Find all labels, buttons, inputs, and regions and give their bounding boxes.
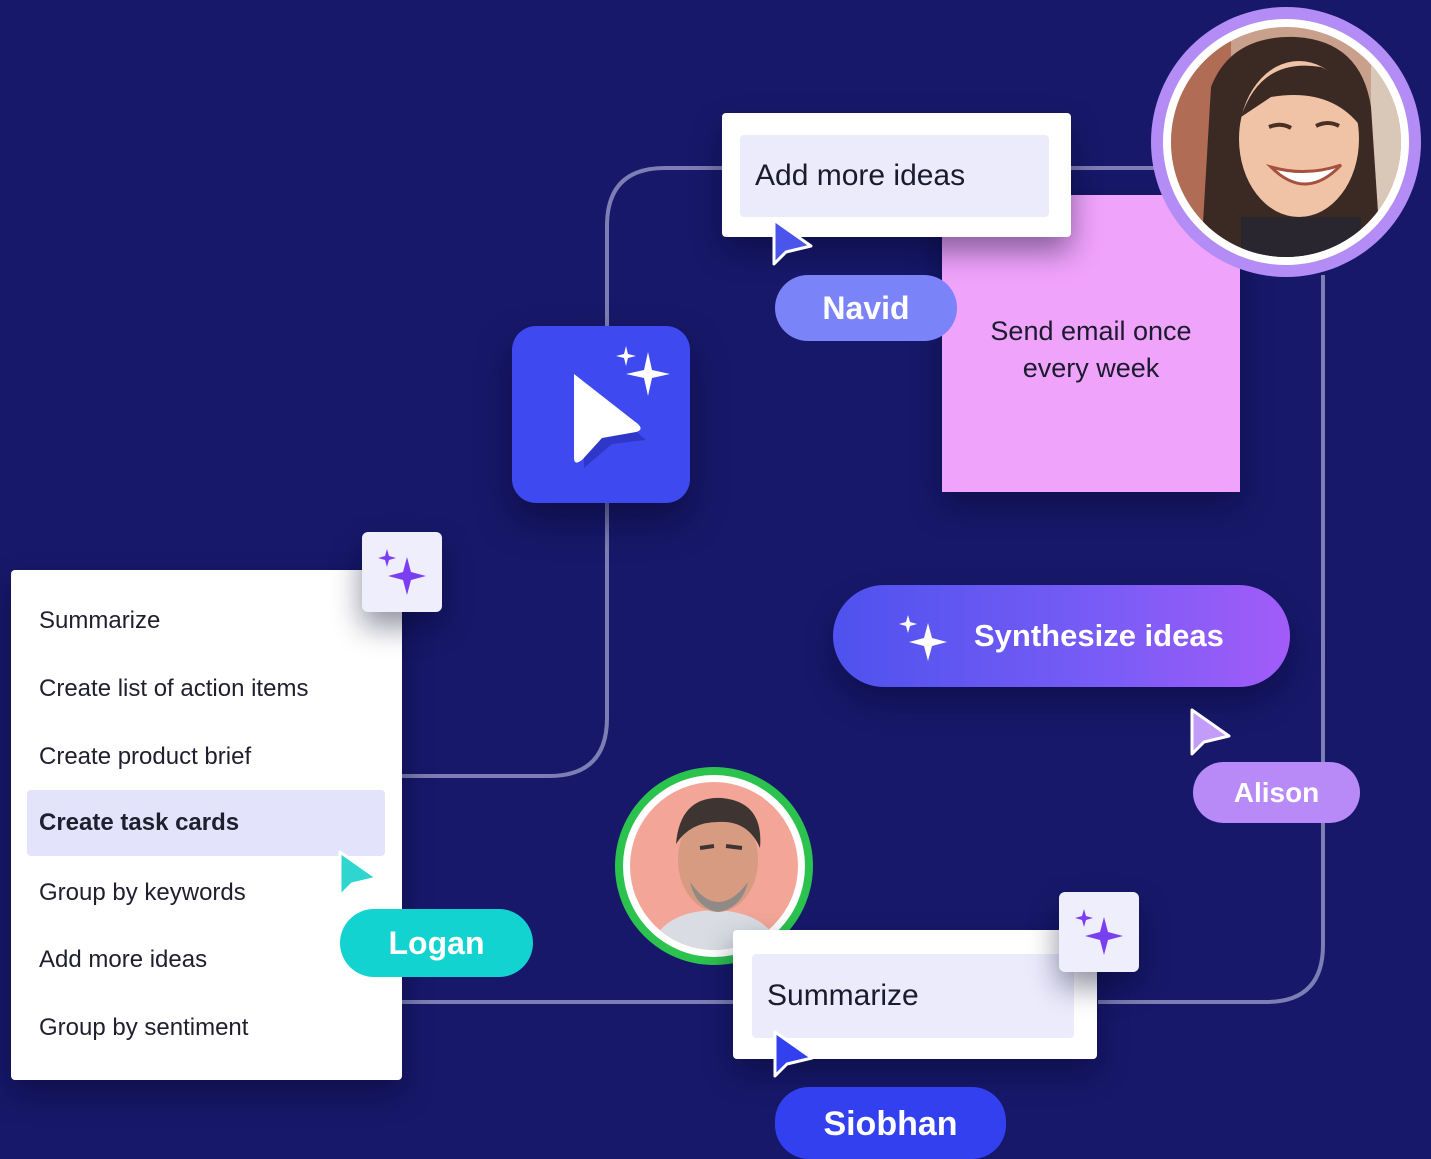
avatar-woman bbox=[1151, 7, 1421, 277]
menu-item-create-product-brief[interactable]: Create product brief bbox=[27, 724, 385, 790]
avatar-woman-photo bbox=[1171, 27, 1401, 257]
cursor-arrow-icon bbox=[772, 218, 813, 266]
menu-sparkle-button[interactable] bbox=[362, 532, 442, 612]
sparkle-icon bbox=[378, 549, 426, 595]
ai-actions-menu: Summarize Create list of action items Cr… bbox=[11, 570, 402, 1080]
idea-card-top-text[interactable]: Add more ideas bbox=[740, 135, 1049, 217]
collaborator-tag-alison: Alison bbox=[1193, 762, 1360, 823]
card-sparkle-button[interactable] bbox=[1059, 892, 1139, 972]
menu-item-create-task-cards[interactable]: Create task cards bbox=[27, 790, 385, 856]
sparkle-icon bbox=[899, 615, 947, 661]
idea-card-bottom-text[interactable]: Summarize bbox=[752, 954, 1074, 1038]
sparkle-icon bbox=[1075, 909, 1123, 955]
menu-item-create-action-items[interactable]: Create list of action items bbox=[27, 656, 385, 722]
collaborator-tag-navid: Navid bbox=[775, 275, 957, 341]
synthesize-ideas-button[interactable]: Synthesize ideas bbox=[833, 585, 1290, 687]
menu-item-group-by-sentiment[interactable]: Group by sentiment bbox=[27, 995, 385, 1061]
cursor-arrow-icon bbox=[1190, 708, 1231, 756]
collaborator-tag-logan: Logan bbox=[340, 909, 533, 977]
collaborator-tag-siobhan: Siobhan bbox=[775, 1087, 1006, 1159]
synthesize-ideas-label: Synthesize ideas bbox=[974, 618, 1224, 653]
menu-item-add-more-ideas[interactable]: Add more ideas bbox=[27, 927, 385, 993]
cursor-arrow-icon bbox=[338, 850, 379, 898]
sticky-note-text: Send email once every week bbox=[990, 316, 1192, 383]
ai-cursor-icon[interactable] bbox=[512, 326, 690, 503]
menu-item-group-by-keywords[interactable]: Group by keywords bbox=[27, 860, 385, 926]
cursor-arrow-icon bbox=[773, 1030, 814, 1078]
menu-item-summarize[interactable]: Summarize bbox=[27, 588, 385, 654]
avatar-man-photo bbox=[630, 782, 798, 950]
